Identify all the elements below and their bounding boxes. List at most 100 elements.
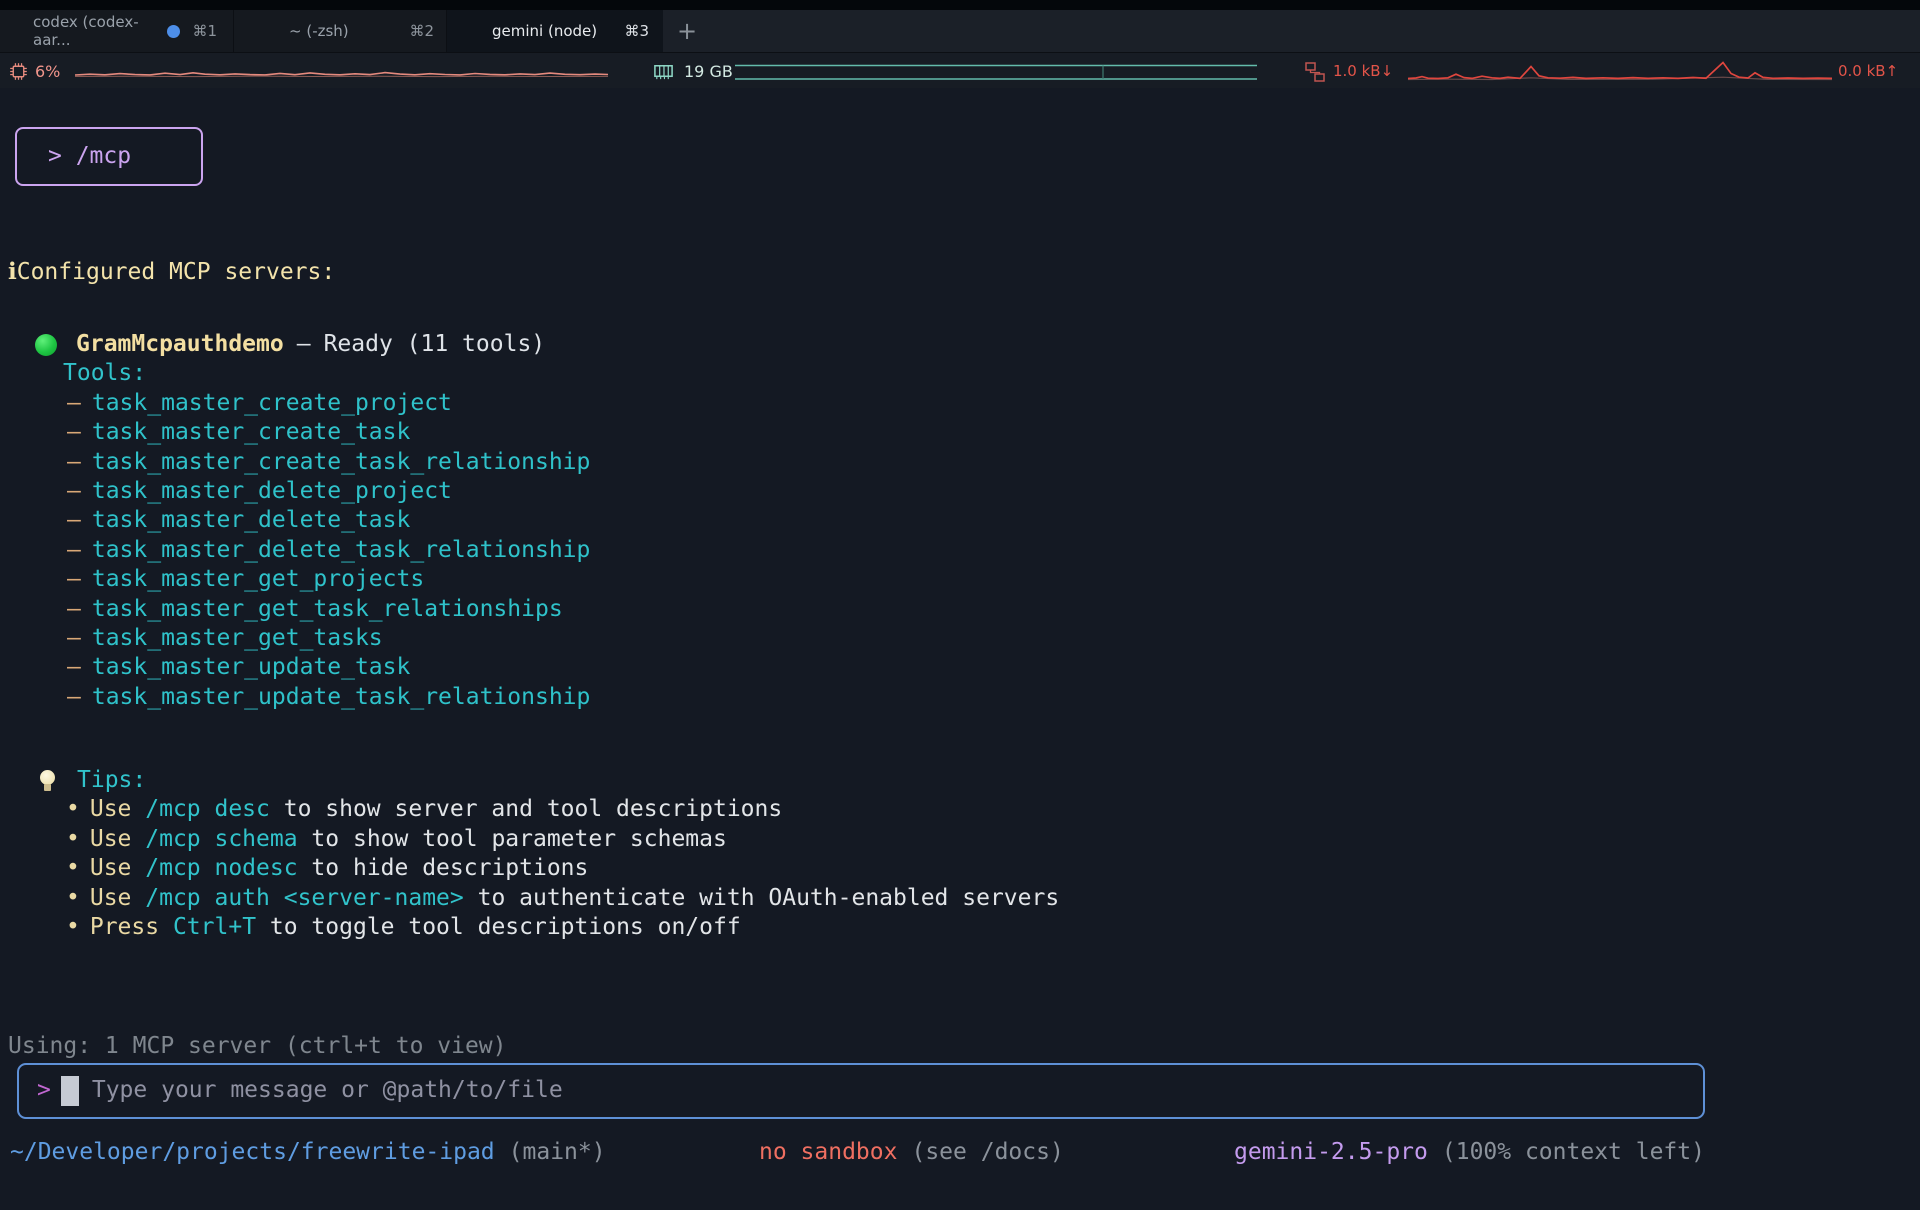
tool-list-item: –task_master_create_project	[0, 389, 590, 418]
tab-label: gemini (node)	[492, 22, 597, 40]
tool-dash: –	[67, 624, 81, 653]
tip-item: •Use /mcp desc to show server and tool d…	[0, 795, 1059, 824]
cpu-sparkline	[75, 60, 608, 82]
tab-gemini-active[interactable]: gemini (node) ⌘3	[446, 10, 663, 52]
footer-model-info: gemini-2.5-pro (100% context left)	[1234, 1138, 1705, 1167]
cpu-status: 6%	[8, 53, 60, 89]
sandbox-note: (see /docs)	[911, 1138, 1063, 1167]
tool-name: task_master_get_projects	[92, 565, 424, 594]
tip-lead: Use	[90, 884, 145, 913]
mcp-usage-status: Using: 1 MCP server (ctrl+t to view)	[8, 1032, 507, 1061]
tab-shortcut: ⌘3	[624, 22, 649, 40]
memory-icon	[652, 61, 675, 82]
network-download-value: 1.0 kB↓	[1333, 62, 1393, 80]
activity-dot-icon	[167, 25, 180, 38]
tip-bullet: •	[66, 825, 80, 854]
directory-path: ~/Developer/projects/freewrite-ipad	[10, 1138, 495, 1167]
new-tab-button[interactable]: +	[677, 19, 697, 43]
tool-list-item: –task_master_get_task_relationships	[0, 595, 590, 624]
tool-list-item: –task_master_update_task_relationship	[0, 683, 590, 712]
tools-label: Tools:	[0, 359, 590, 388]
terminal-window: codex (codex-aar... ⌘1 ~ (-zsh) ⌘2 gemin…	[0, 0, 1920, 1210]
tips-block: Tips: •Use /mcp desc to show server and …	[0, 766, 1059, 942]
tip-command: /mcp auth <server-name>	[145, 884, 464, 913]
network-sparkline	[1408, 58, 1832, 84]
network-download: 1.0 kB↓	[1333, 53, 1393, 89]
tip-item: • Use /mcp auth <server-name> to authenti…	[0, 884, 1059, 913]
window-top-strip	[0, 0, 1920, 10]
tips-title-line: Tips:	[0, 766, 1059, 795]
tool-name: task_master_update_task_relationship	[92, 683, 591, 712]
tip-text: to authenticate with OAuth-enabled serve…	[464, 884, 1059, 913]
tab-shortcut: ⌘2	[409, 22, 434, 40]
tool-list-item: –task_master_create_task_relationship	[0, 448, 590, 477]
tab-label: codex (codex-aar...	[33, 13, 155, 49]
tip-bullet: •	[66, 913, 80, 942]
tip-text: to show server and tool descriptions	[270, 795, 782, 824]
tool-list-item: –task_master_create_task	[0, 418, 590, 447]
footer-sandbox-status: no sandbox (see /docs)	[759, 1138, 1064, 1167]
tip-lead: Use	[90, 825, 145, 854]
tool-dash: –	[67, 683, 81, 712]
tool-name: task_master_create_task	[92, 418, 411, 447]
text-cursor	[61, 1076, 79, 1106]
tip-item: • Press Ctrl+T to toggle tool description…	[0, 913, 1059, 942]
configured-servers-header: ℹConfigured MCP servers:	[8, 258, 335, 287]
message-input[interactable]: > Type your message or @path/to/file	[17, 1063, 1705, 1119]
tool-list-item: –task_master_get_tasks	[0, 624, 590, 653]
network-upload: 0.0 kB↑	[1838, 53, 1898, 89]
tip-lead: Use	[90, 795, 145, 824]
tool-name: task_master_delete_task_relationship	[92, 536, 591, 565]
tip-bullet: •	[66, 884, 80, 913]
tool-list-item: –task_master_delete_task_relationship	[0, 536, 590, 565]
footer-working-directory: ~/Developer/projects/freewrite-ipad (mai…	[10, 1138, 606, 1167]
server-name: GramMcpauthdemo	[76, 330, 284, 359]
tip-text: to hide descriptions	[298, 854, 589, 883]
mcp-server-block: GramMcpauthdemo – Ready (11 tools) Tools…	[0, 330, 590, 712]
tip-command: /mcp desc	[145, 795, 270, 824]
tool-name: task_master_create_task_relationship	[92, 448, 591, 477]
tab-zsh[interactable]: ~ (-zsh) ⌘2	[233, 10, 446, 52]
input-placeholder: Type your message or @path/to/file	[92, 1076, 563, 1105]
tab-bar: codex (codex-aar... ⌘1 ~ (-zsh) ⌘2 gemin…	[0, 10, 1920, 52]
memory-graph	[735, 58, 1257, 84]
command-text: /mcp	[76, 142, 131, 171]
tip-bullet: •	[66, 854, 80, 883]
tool-list-item: –task_master_delete_task	[0, 506, 590, 535]
command-prompt: >	[48, 142, 76, 171]
git-branch: (main*)	[509, 1138, 606, 1167]
tool-dash: –	[67, 536, 81, 565]
tool-dash: –	[67, 477, 81, 506]
server-ready-status: Ready (11 tools)	[324, 330, 546, 359]
tip-command: /mcp schema	[145, 825, 297, 854]
tool-dash: –	[67, 653, 81, 682]
memory-value: 19 GB	[684, 62, 733, 81]
cpu-percent: 6%	[35, 62, 60, 81]
server-ready-dot-icon	[35, 334, 57, 356]
tab-bar-empty-area: +	[663, 10, 1920, 52]
tool-name: task_master_delete_project	[92, 477, 452, 506]
tool-list-item: –task_master_delete_project	[0, 477, 590, 506]
tab-codex[interactable]: codex (codex-aar... ⌘1	[0, 10, 233, 52]
tool-name: task_master_update_task	[92, 653, 411, 682]
tool-dash: –	[67, 565, 81, 594]
tool-name: task_master_get_task_relationships	[92, 595, 563, 624]
sandbox-status: no sandbox	[759, 1138, 897, 1167]
context-remaining: (100% context left)	[1442, 1138, 1705, 1167]
tool-dash: –	[67, 506, 81, 535]
tool-list-item: –task_master_get_projects	[0, 565, 590, 594]
tip-text: to toggle tool descriptions on/off	[256, 913, 741, 942]
system-status-bar: 6% 19 GB	[0, 52, 1920, 88]
network-upload-value: 0.0 kB↑	[1838, 62, 1898, 80]
tool-dash: –	[67, 595, 81, 624]
tip-command: Ctrl+T	[173, 913, 256, 942]
server-separator: –	[297, 330, 311, 359]
memory-status: 19 GB	[652, 53, 733, 89]
tool-name: task_master_delete_task	[92, 506, 411, 535]
tool-list-item: –task_master_update_task	[0, 653, 590, 682]
tips-label: Tips:	[77, 766, 146, 795]
tip-lead: Use	[90, 854, 145, 883]
tip-lead: Press	[90, 913, 173, 942]
tip-text: to show tool parameter schemas	[298, 825, 727, 854]
network-icon	[1303, 61, 1327, 83]
